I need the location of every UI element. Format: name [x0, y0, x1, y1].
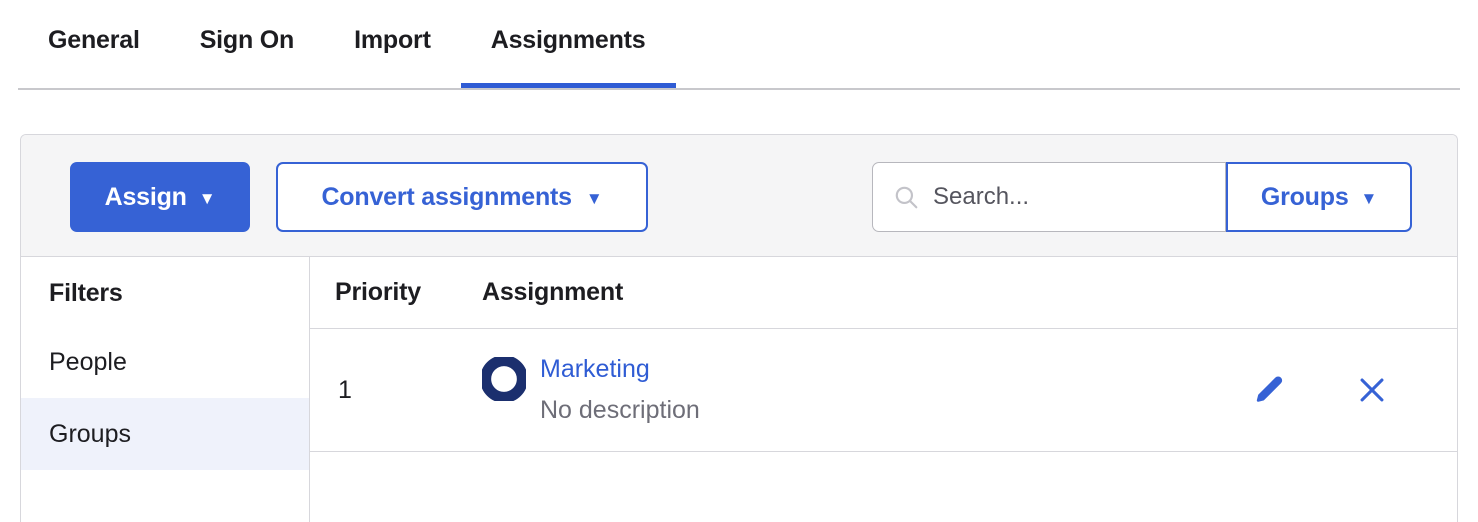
tab-import-label: Import: [354, 26, 431, 55]
convert-assignments-label: Convert assignments: [321, 183, 571, 212]
assignments-panel: Assign ▼ Convert assignments ▼ Groups ▼: [20, 134, 1458, 522]
search-group: Groups ▼: [872, 162, 1412, 232]
filters-title: Filters: [21, 257, 309, 308]
tab-import[interactable]: Import: [324, 0, 461, 88]
chevron-down-icon: ▼: [1361, 190, 1378, 207]
assignment-name-link[interactable]: Marketing: [540, 355, 700, 384]
cell-priority: 1: [310, 376, 458, 405]
group-ring-icon: [482, 357, 526, 401]
search-input[interactable]: [873, 163, 1225, 231]
edit-assignment-button[interactable]: [1251, 373, 1285, 407]
tab-bar-divider: [18, 88, 1460, 90]
tab-list: General Sign On Import Assignments: [18, 0, 676, 88]
chevron-down-icon: ▼: [199, 190, 216, 207]
table-empty-row: [310, 452, 1457, 520]
remove-assignment-button[interactable]: [1355, 373, 1389, 407]
table-header-row: Priority Assignment: [310, 257, 1457, 329]
close-icon: [1355, 373, 1389, 407]
tab-assignments[interactable]: Assignments: [461, 0, 676, 88]
tab-assignments-label: Assignments: [491, 26, 646, 55]
cell-assignment: Marketing No description: [458, 355, 1227, 425]
sidebar-item-people[interactable]: People: [21, 326, 309, 398]
groups-filter-button[interactable]: Groups ▼: [1226, 162, 1412, 232]
search-icon: [893, 184, 919, 210]
assign-button-label: Assign: [105, 183, 187, 212]
assignments-table: Priority Assignment 1 Marketing No descr…: [310, 257, 1457, 522]
tab-general[interactable]: General: [18, 0, 170, 88]
search-box[interactable]: [872, 162, 1226, 232]
sidebar-item-groups[interactable]: Groups: [21, 398, 309, 470]
cell-actions: [1227, 373, 1457, 407]
assignment-text: Marketing No description: [540, 355, 700, 425]
sidebar-item-groups-label: Groups: [49, 420, 131, 449]
panel-toolbar: Assign ▼ Convert assignments ▼ Groups ▼: [21, 135, 1457, 257]
tab-bar: General Sign On Import Assignments: [0, 0, 1478, 90]
groups-filter-label: Groups: [1261, 183, 1349, 212]
table-row: 1 Marketing No description: [310, 329, 1457, 452]
chevron-down-icon: ▼: [586, 190, 603, 207]
assign-button[interactable]: Assign ▼: [70, 162, 250, 232]
panel-body: Filters People Groups Priority Assignmen…: [21, 257, 1457, 522]
pencil-icon: [1251, 373, 1285, 407]
column-header-assignment: Assignment: [458, 278, 1227, 307]
convert-assignments-button[interactable]: Convert assignments ▼: [276, 162, 648, 232]
column-header-priority: Priority: [310, 278, 458, 307]
assignment-description: No description: [540, 396, 700, 425]
tab-sign-on[interactable]: Sign On: [170, 0, 324, 88]
sidebar-item-people-label: People: [49, 348, 127, 377]
filters-sidebar: Filters People Groups: [21, 257, 310, 522]
tab-sign-on-label: Sign On: [200, 26, 294, 55]
tab-general-label: General: [48, 26, 140, 55]
